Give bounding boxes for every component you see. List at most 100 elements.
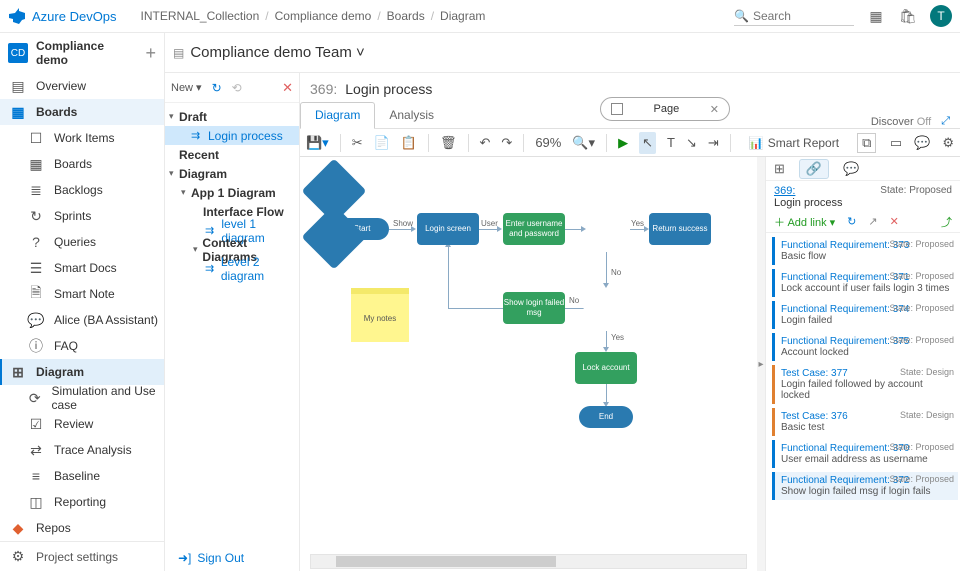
user-avatar[interactable]: T [930,5,952,27]
project-badge: CD [8,43,28,63]
page-close-button[interactable]: ✕ [710,103,719,116]
expand-icon[interactable]: ⤢ [941,115,950,128]
nav-diagram[interactable]: ⊞Diagram [0,359,164,385]
tab-analysis[interactable]: Analysis [375,103,448,128]
cut-button[interactable]: ✂ [352,135,363,151]
rpanel-tab-links[interactable]: 🔗 [799,159,829,179]
crumb-page[interactable]: Diagram [440,9,485,23]
open-link-icon[interactable]: ↗ [868,215,877,228]
copy-frame-button[interactable]: ⧉ [857,133,876,153]
delete-link-icon[interactable]: ✕ [890,215,899,228]
panel-collapse-handle[interactable]: ▸ [757,157,765,571]
diagram-canvas[interactable]: Show User Yes No No [300,157,757,571]
nav-sprints[interactable]: ↻Sprints [0,203,164,229]
save-button[interactable]: 💾▾ [306,135,329,151]
shape-third-attempt[interactable] [301,204,366,269]
nav-work-items[interactable]: ☐Work Items [0,125,164,151]
sprint-icon: ↻ [28,208,44,224]
sticky-note[interactable]: My notes [351,288,409,342]
crumb-project[interactable]: Compliance demo [275,9,372,23]
zoom-dropdown[interactable]: 🔍▾ [572,135,595,151]
new-button[interactable]: New ▾ [171,81,202,94]
crumb-collection[interactable]: INTERNAL_Collection [141,9,260,23]
rpanel-tab-grid[interactable]: ⊞ [774,161,785,177]
add-link-button[interactable]: ＋ Add link ▾ [774,214,835,230]
search-box[interactable]: 🔍 [734,7,854,26]
refresh-links-icon[interactable]: ↻ [847,215,856,228]
delete-button[interactable]: 🗑 [440,135,457,151]
shape-end[interactable]: End [579,406,633,428]
text-tool[interactable]: T [667,135,675,150]
link-icon[interactable]: ⟲ [232,81,242,95]
tree-app1[interactable]: ▾App 1 Diagram [165,183,299,202]
nav-boards-sub[interactable]: ▦Boards [0,151,164,177]
paste-button[interactable]: 📋 [401,135,417,151]
nav-overview[interactable]: ▤Overview [0,73,164,99]
redo-button[interactable]: ↷ [501,135,512,151]
review-icon: ☑ [28,416,44,432]
link-card[interactable]: State: Design Test Case: 377 Login faile… [772,365,958,404]
nav-trace[interactable]: ⇄Trace Analysis [0,437,164,463]
project-settings-link[interactable]: ⚙ Project settings [0,541,164,571]
tree-level2[interactable]: ⇉Level 2 diagram [165,259,299,278]
nav-backlogs[interactable]: ≣Backlogs [0,177,164,203]
tab-diagram[interactable]: Diagram [300,102,375,129]
link-card[interactable]: State: Design Test Case: 376 Basic test [772,408,958,436]
shape-lock-account[interactable]: Lock account [575,352,637,384]
nav-smart-docs[interactable]: ☰Smart Docs [0,255,164,281]
link-card[interactable]: State: Proposed Functional Requirement: … [772,237,958,265]
validate-link-icon[interactable]: ⤴ [941,214,952,230]
shopping-bag-icon[interactable]: 🛍 [898,6,918,26]
zoom-level[interactable]: 69% [535,135,561,150]
add-project-button[interactable]: + [145,43,156,64]
shape-return-success[interactable]: Return success [649,213,711,245]
nav-alice[interactable]: 💬Alice (BA Assistant) [0,307,164,333]
rpanel-tab-comments[interactable]: 💬 [843,161,859,177]
grid-view-icon[interactable]: ▦ [866,6,886,26]
rpanel-id[interactable]: 369: [774,185,795,197]
nav-queries[interactable]: ?Queries [0,229,164,255]
link-card[interactable]: State: Proposed Functional Requirement: … [772,269,958,297]
tree-login-process[interactable]: ⇉Login process [165,126,299,145]
shape-enter-creds[interactable]: Enter username and password [503,213,565,245]
brand-label[interactable]: Azure DevOps [32,9,117,24]
nav-faq[interactable]: ⓘFAQ [0,333,164,359]
nav-boards[interactable]: ▦Boards [0,99,164,125]
search-input[interactable] [749,7,839,25]
shape-show-fail[interactable]: Show login failed msg [503,292,565,324]
tree-diagram-group[interactable]: ▾Diagram [165,164,299,183]
pointer-tool[interactable]: ↖ [639,132,656,154]
link-card[interactable]: State: Proposed Functional Requirement: … [772,472,958,500]
nav-simulation[interactable]: ⟳Simulation and Use case [0,385,164,411]
nav-smart-note[interactable]: 🗎Smart Note [0,281,164,307]
horizontal-scrollbar[interactable] [310,554,747,569]
card-view-icon[interactable]: ▭ [890,135,902,151]
link-card[interactable]: State: Proposed Functional Requirement: … [772,301,958,329]
tree-recent-group[interactable]: Recent [165,145,299,164]
smart-report-button[interactable]: 📊 Smart Report [742,133,846,153]
undo-button[interactable]: ↶ [480,135,491,151]
align-tool[interactable]: ⇥ [708,135,719,151]
nav-baseline[interactable]: ≡Baseline [0,463,164,489]
gear-icon: ⚙ [10,549,26,565]
connector-tool[interactable]: ↘ [686,135,697,151]
link-card[interactable]: State: Proposed Functional Requirement: … [772,440,958,468]
team-scope[interactable]: Compliance demo Team ˅ [190,44,364,61]
close-tree-button[interactable]: ✕ [282,80,293,96]
crumb-area[interactable]: Boards [387,9,425,23]
discover-toggle[interactable]: Discover Off [871,116,931,128]
refresh-icon[interactable]: ↻ [212,81,222,95]
sign-out-link[interactable]: ➜] Sign Out [178,551,244,565]
settings-gear-icon[interactable]: ⚙ [942,135,954,151]
project-name[interactable]: Compliance demo [36,39,137,67]
copy-button[interactable]: 📄 [374,135,390,151]
nav-repos[interactable]: ◆Repos [0,515,164,541]
nav-reporting[interactable]: ◫Reporting [0,489,164,515]
nav-review[interactable]: ☑Review [0,411,164,437]
link-card[interactable]: State: Proposed Functional Requirement: … [772,333,958,361]
tree-draft-group[interactable]: ▾Draft [165,107,299,126]
shape-login-screen[interactable]: Login screen [417,213,479,245]
comment-icon[interactable]: 💬 [914,135,930,151]
play-button[interactable]: ▶ [618,135,628,151]
page-pill[interactable]: Page ✕ [600,97,730,121]
